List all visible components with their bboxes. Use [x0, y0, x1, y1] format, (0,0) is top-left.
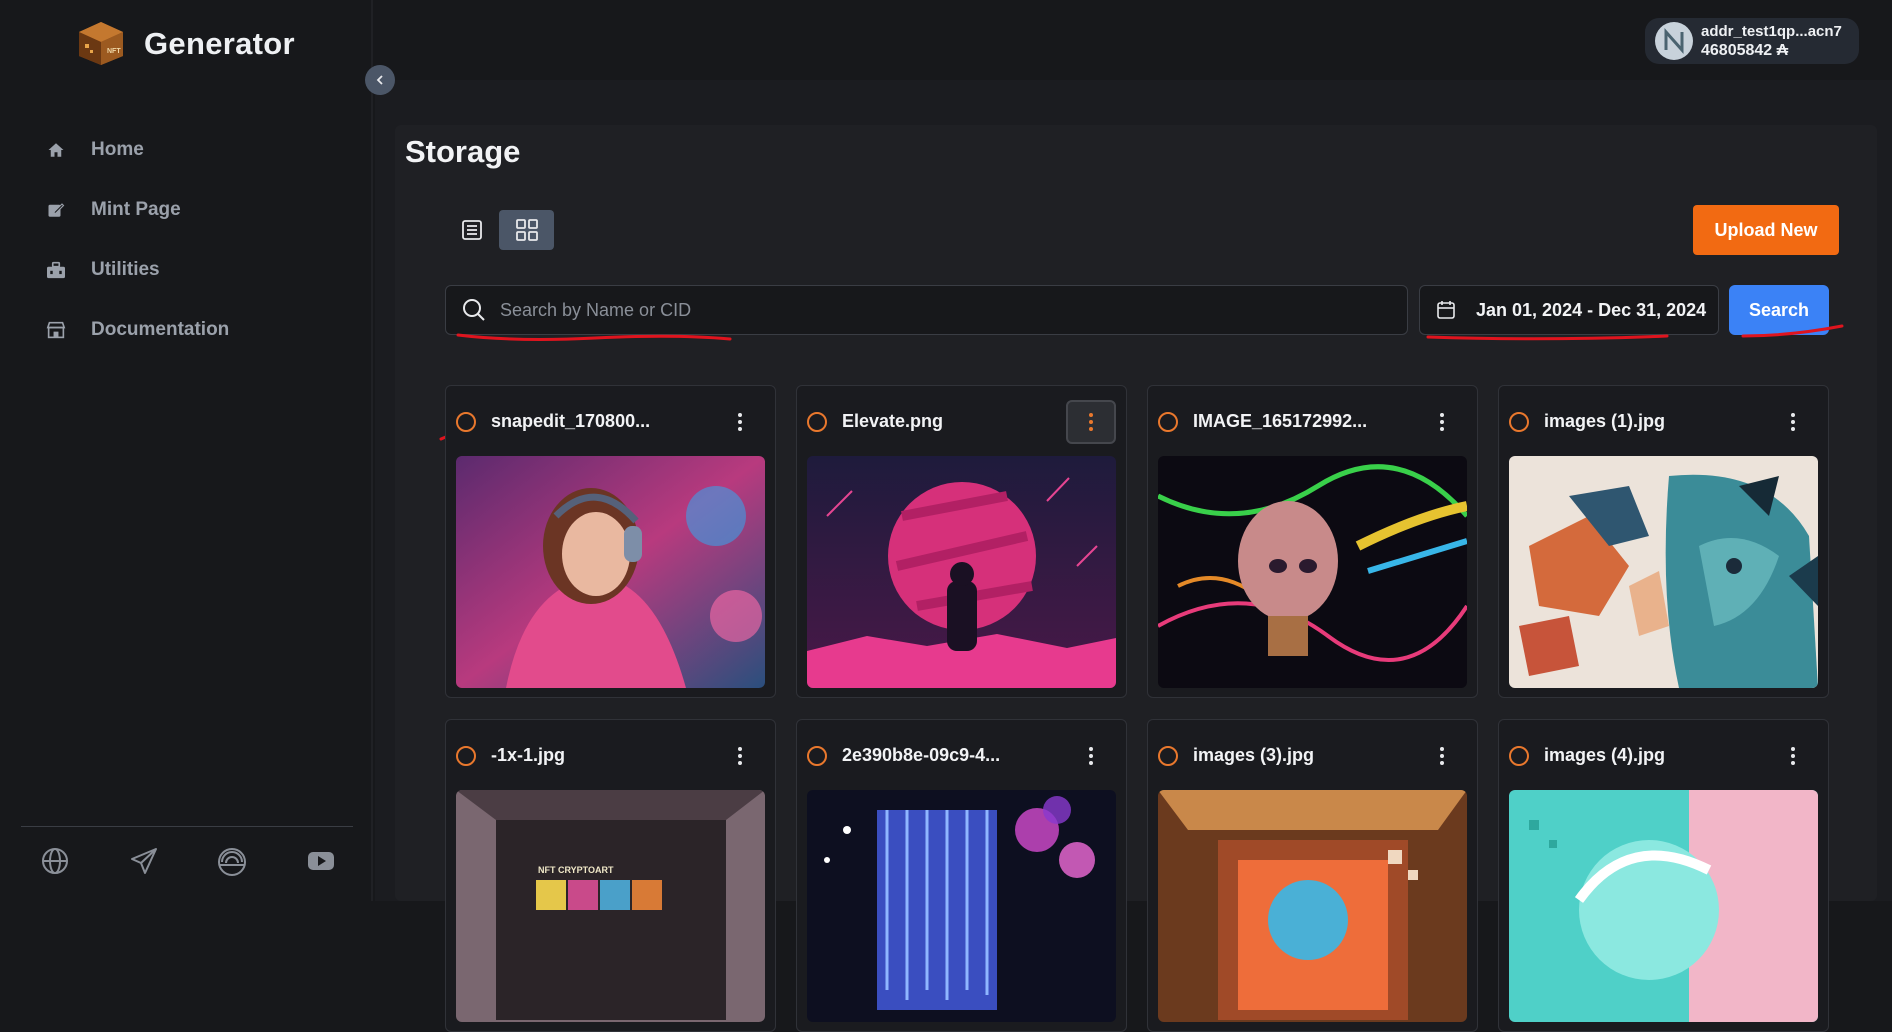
- sidebar-item-documentation[interactable]: Documentation: [44, 300, 229, 360]
- file-menu-button[interactable]: [1768, 734, 1818, 778]
- file-thumbnail: [807, 456, 1116, 688]
- view-toggle: [444, 210, 554, 250]
- file-name: images (4).jpg: [1544, 745, 1666, 765]
- wallet-badge[interactable]: addr_test1qp...acn7 46805842 ₳: [1645, 18, 1859, 64]
- file-name: images (1).jpg: [1544, 411, 1666, 431]
- toolbox-icon: [44, 258, 68, 282]
- kebab-menu-icon: [1440, 413, 1444, 431]
- sidebar: NFT Generator Home Mint Page Utilities D: [0, 0, 373, 901]
- file-thumbnail: [1158, 790, 1467, 1022]
- date-range-label: Jan 01, 2024 - Dec 31, 2024: [1476, 299, 1707, 320]
- kebab-menu-icon: [1791, 413, 1795, 431]
- kebab-menu-icon: [1089, 747, 1093, 765]
- thumb-caption: NFT CRYPTOART: [538, 865, 614, 875]
- logo-cube-icon: NFT: [79, 22, 123, 65]
- collapse-sidebar-button[interactable]: [365, 65, 395, 95]
- list-icon: [461, 220, 482, 240]
- svg-text:NFT: NFT: [107, 48, 121, 55]
- home-icon: [44, 138, 68, 162]
- kebab-menu-icon: [738, 747, 742, 765]
- list-view-button[interactable]: [444, 210, 499, 250]
- sidebar-divider: [21, 826, 353, 827]
- sidebar-item-utilities[interactable]: Utilities: [44, 240, 229, 300]
- select-checkbox[interactable]: [807, 746, 827, 766]
- kebab-menu-icon: [1440, 747, 1444, 765]
- kebab-menu-icon: [1089, 413, 1093, 431]
- rainbow-icon[interactable]: [215, 844, 249, 878]
- file-card[interactable]: snapedit_170800...: [445, 385, 776, 698]
- file-thumbnail: [1509, 790, 1818, 1022]
- search-field[interactable]: [445, 285, 1408, 335]
- grid-icon: [515, 219, 538, 241]
- sidebar-item-label: Home: [91, 139, 144, 160]
- date-range-picker[interactable]: Jan 01, 2024 - Dec 31, 2024: [1419, 285, 1719, 335]
- chevron-left-icon: [376, 75, 383, 85]
- file-thumbnail: [1509, 456, 1818, 688]
- youtube-icon[interactable]: [304, 844, 338, 878]
- file-menu-button[interactable]: [715, 400, 765, 444]
- select-checkbox[interactable]: [456, 412, 476, 432]
- select-checkbox[interactable]: [456, 746, 476, 766]
- wallet-balance: 46805842 ₳: [1701, 42, 1789, 59]
- sidebar-item-label: Utilities: [91, 259, 160, 280]
- file-card[interactable]: 2e390b8e-09c9-4...: [796, 719, 1127, 1032]
- file-card[interactable]: images (4).jpg: [1498, 719, 1829, 1032]
- file-thumbnail: [807, 790, 1116, 1022]
- sidebar-nav: Home Mint Page Utilities Documentation: [44, 120, 229, 360]
- select-checkbox[interactable]: [1158, 746, 1178, 766]
- sidebar-item-label: Documentation: [91, 319, 230, 340]
- select-checkbox[interactable]: [1158, 412, 1178, 432]
- wallet-address: addr_test1qp...acn7: [1701, 23, 1842, 40]
- file-menu-button[interactable]: [1066, 400, 1116, 444]
- file-name: -1x-1.jpg: [491, 745, 566, 765]
- file-card[interactable]: images (3).jpg: [1147, 719, 1478, 1032]
- file-name: Elevate.png: [842, 411, 944, 431]
- select-checkbox[interactable]: [1509, 746, 1529, 766]
- sidebar-item-mint-page[interactable]: Mint Page: [44, 180, 229, 240]
- store-icon: [44, 318, 68, 342]
- wallet-avatar-icon: [1655, 22, 1693, 60]
- calendar-icon: [1437, 301, 1455, 319]
- file-thumbnail: [1158, 456, 1467, 688]
- file-name: 2e390b8e-09c9-4...: [842, 745, 1001, 765]
- file-thumbnail: [456, 456, 765, 688]
- sidebar-item-label: Mint Page: [91, 199, 181, 220]
- grid-view-button[interactable]: [499, 210, 554, 250]
- file-card[interactable]: -1x-1.jpg NFT CRYPTOART: [445, 719, 776, 1032]
- file-menu-button[interactable]: [1768, 400, 1818, 444]
- kebab-menu-icon: [1791, 747, 1795, 765]
- search-input[interactable]: [500, 299, 1380, 321]
- search-icon: [463, 299, 485, 321]
- kebab-menu-icon: [738, 413, 742, 431]
- brand-title: Generator: [144, 26, 295, 61]
- file-name: images (3).jpg: [1193, 745, 1315, 765]
- select-checkbox[interactable]: [1509, 412, 1529, 432]
- page-title: Storage: [405, 134, 521, 169]
- file-name: snapedit_170800...: [491, 411, 651, 431]
- select-checkbox[interactable]: [807, 412, 827, 432]
- telegram-icon[interactable]: [127, 844, 161, 878]
- file-card[interactable]: images (1).jpg: [1498, 385, 1829, 698]
- file-card[interactable]: Elevate.png: [796, 385, 1127, 698]
- file-card[interactable]: IMAGE_165172992...: [1147, 385, 1478, 698]
- file-name: IMAGE_165172992...: [1193, 411, 1368, 431]
- file-menu-button[interactable]: [1417, 400, 1467, 444]
- upload-new-button[interactable]: Upload New: [1693, 205, 1839, 255]
- search-button[interactable]: Search: [1729, 285, 1829, 335]
- file-menu-button[interactable]: [1417, 734, 1467, 778]
- social-links: [38, 844, 338, 878]
- globe-icon[interactable]: [38, 844, 72, 878]
- file-menu-button[interactable]: [1066, 734, 1116, 778]
- sidebar-item-home[interactable]: Home: [44, 120, 229, 180]
- file-thumbnail: NFT CRYPTOART: [456, 790, 765, 1022]
- file-menu-button[interactable]: [715, 734, 765, 778]
- edit-icon: [44, 198, 68, 222]
